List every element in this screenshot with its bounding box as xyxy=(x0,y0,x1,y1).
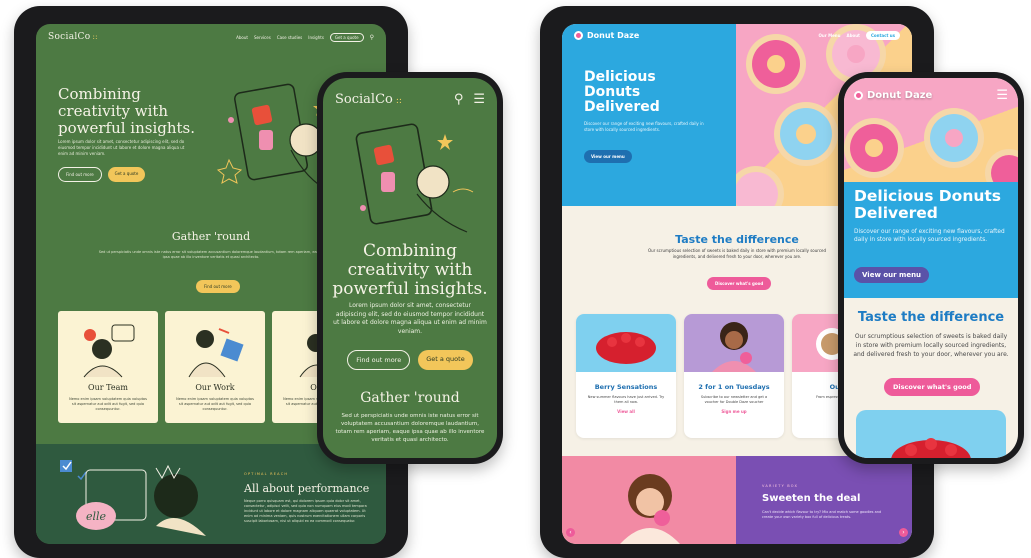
find-out-more-button[interactable]: Find out more xyxy=(347,350,411,370)
hero-panel xyxy=(562,24,736,206)
card-2-for-1[interactable]: 2 for 1 on Tuesdays Subscribe to our new… xyxy=(684,314,784,438)
hero-lead: Discover our range of exciting new flavo… xyxy=(584,121,704,132)
hero-illustration xyxy=(355,123,474,233)
team-illustration xyxy=(83,324,135,378)
woman-with-donut-image xyxy=(684,314,784,372)
phone-gather-text: Sed ut perspiciatis unde omnis iste natu… xyxy=(335,413,485,443)
phone-socialco-navbar: SocialCo:: ⚲ ☰ xyxy=(323,86,497,112)
card-text: New summer flavours have just arrived. T… xyxy=(587,395,665,404)
card-link[interactable]: View all xyxy=(576,409,676,414)
svg-text:elle: elle xyxy=(86,510,107,523)
phone-donutdaze-screen: Donut Daze ☰ Delicious Donuts Delivered … xyxy=(844,78,1018,458)
performance-title: All about performance xyxy=(244,482,370,495)
performance-text: Neque porro quisquam est, qui dolorem ip… xyxy=(244,499,367,523)
performance-illustration: elle xyxy=(60,460,206,536)
phone-gather-title: Gather 'round xyxy=(360,390,460,406)
hero-title: Combining creativity with powerful insig… xyxy=(58,85,196,137)
woman-eating-donut-image xyxy=(620,474,680,544)
card-text: Nemo enim ipsam voluptatem quia voluptas… xyxy=(69,397,147,411)
berries-image xyxy=(576,314,676,372)
donut-nav-menu: Our Menu About Contact us xyxy=(818,30,900,40)
phone-hero-lead: Lorem ipsum dolor sit amet, consectetur … xyxy=(333,302,487,335)
view-menu-button[interactable]: View our menu xyxy=(854,267,930,283)
card-text: Subscribe to our newsletter and get a vo… xyxy=(700,395,768,404)
get-quote-button[interactable]: Get a quote xyxy=(107,167,146,182)
donut-navbar: Donut Daze Our Menu About Contact us xyxy=(562,24,912,46)
phone-hero-title: Combining creativity with powerful insig… xyxy=(332,241,488,299)
card-title: Berry Sensations xyxy=(594,383,658,391)
card-title: Our Team xyxy=(88,383,128,392)
phone-socialco-screen: SocialCo:: ⚲ ☰ Combining creativity with… xyxy=(323,78,497,458)
donut-logo[interactable]: Donut Daze xyxy=(854,90,932,101)
gather-find-out-more-button[interactable]: Find out more xyxy=(196,280,240,293)
socialco-navbar: SocialCo:: About Services Case studies I… xyxy=(36,24,386,50)
nav-insights[interactable]: Insights xyxy=(308,35,324,40)
card-our-team[interactable]: Our Team Nemo enim ipsam voluptatem quia… xyxy=(58,311,158,423)
taste-text: Our scrumptious selection of sweets is b… xyxy=(647,248,827,259)
nav-get-quote-button[interactable]: Get a quote xyxy=(329,32,364,42)
hero-buttons: Find out more Get a quote xyxy=(58,167,146,182)
card-title: 2 for 1 on Tuesdays xyxy=(698,383,770,391)
phone-hero-buttons: Find out more Get a quote xyxy=(323,350,497,370)
discover-button[interactable]: Discover what's good xyxy=(884,378,981,396)
phone-donutdaze: Donut Daze ☰ Delicious Donuts Delivered … xyxy=(838,72,1024,464)
phone-socialco: SocialCo:: ⚲ ☰ Combining creativity with… xyxy=(317,72,503,464)
phone-hero-title: Delicious Donuts Delivered xyxy=(854,187,1002,222)
arrow-right-icon[interactable]: › xyxy=(899,528,908,537)
card-text: Nemo enim ipsam voluptatem quia voluptas… xyxy=(176,397,254,411)
phone-nav-icons: ⚲ ☰ xyxy=(454,92,485,107)
deal-eyebrow: VARIETY BOX xyxy=(762,484,799,488)
deal-title: Sweeten the deal xyxy=(762,493,861,504)
socialco-nav-menu: About Services Case studies Insights Get… xyxy=(236,32,374,42)
discover-button[interactable]: Discover what's good xyxy=(707,277,772,290)
donut-logo-icon xyxy=(574,30,583,40)
hero-lead: Lorem ipsum dolor sit amet, consectetur … xyxy=(58,139,185,156)
socialco-logo[interactable]: SocialCo:: xyxy=(48,32,98,42)
hamburger-icon[interactable]: ☰ xyxy=(473,92,485,107)
phone-taste-title: Taste the difference xyxy=(857,310,1005,325)
find-out-more-button[interactable]: Find out more xyxy=(58,167,102,182)
contact-us-button[interactable]: Contact us xyxy=(865,30,900,40)
nav-about[interactable]: About xyxy=(846,33,859,38)
nav-services[interactable]: Services xyxy=(254,35,271,40)
work-illustration xyxy=(188,328,244,378)
card-our-work[interactable]: Our Work Nemo enim ipsam voluptatem quia… xyxy=(165,311,265,423)
search-icon[interactable]: ⚲ xyxy=(370,34,374,41)
nav-about[interactable]: About xyxy=(236,35,248,40)
socialco-logo[interactable]: SocialCo:: xyxy=(335,92,402,107)
hamburger-icon[interactable]: ☰ xyxy=(996,88,1008,103)
performance-eyebrow: OPTIMAL REACH xyxy=(244,472,289,476)
arrow-left-icon[interactable]: ‹ xyxy=(566,528,575,537)
search-icon[interactable]: ⚲ xyxy=(454,92,464,107)
phone-taste-text: Our scrumptious selection of sweets is b… xyxy=(853,333,1009,358)
deal-text: Can't decide which flavour to try? Mix a… xyxy=(762,510,882,519)
berries-image xyxy=(891,438,971,458)
donut-logo[interactable]: Donut Daze xyxy=(574,30,639,40)
gather-text: Sed ut perspiciatis unde omnis iste natu… xyxy=(98,250,324,259)
card-berry-sensations[interactable]: Berry Sensations New summer flavours hav… xyxy=(576,314,676,438)
phone-hero-lead: Discover our range of exciting new flavo… xyxy=(854,229,1005,243)
card-link[interactable]: Sign me up xyxy=(684,409,784,414)
berries-card-preview xyxy=(856,410,1006,458)
view-menu-button[interactable]: View our menu xyxy=(584,150,632,163)
phone-donut-navbar: Donut Daze ☰ xyxy=(844,88,1018,103)
deal-photo-panel xyxy=(562,456,736,544)
get-quote-button[interactable]: Get a quote xyxy=(418,350,473,370)
hero-title: Delicious Donuts Delivered xyxy=(584,69,660,115)
donut-logo-icon xyxy=(854,91,863,100)
card-title: Our Work xyxy=(195,383,235,392)
nav-case-studies[interactable]: Case studies xyxy=(277,35,302,40)
nav-our-menu[interactable]: Our Menu xyxy=(818,33,840,38)
